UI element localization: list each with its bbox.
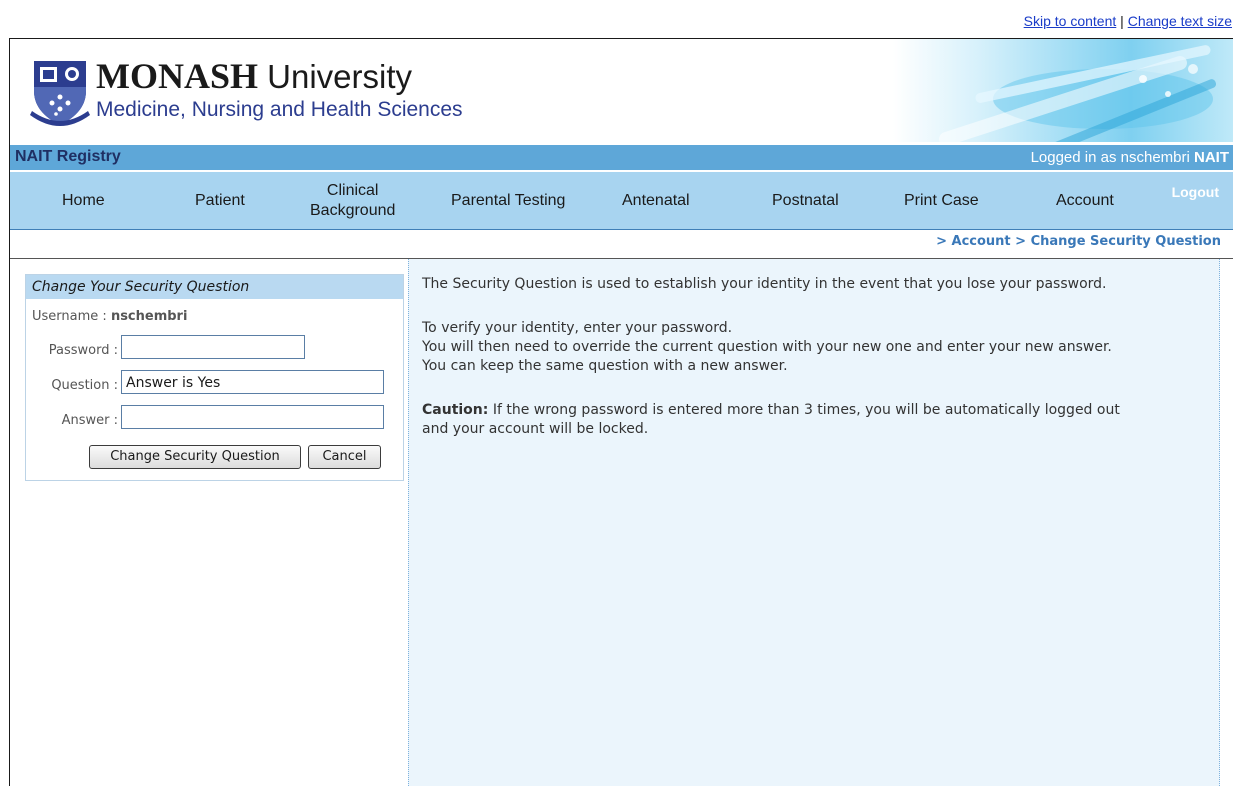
brand-monash: MONASH: [96, 56, 258, 96]
logged-in-user: Logged in as nschembri: [1030, 149, 1194, 166]
test-tubes-banner-image: [893, 39, 1233, 142]
main-content: Change Your Security Question Username :…: [10, 258, 1233, 786]
nav-account[interactable]: Account: [1056, 192, 1114, 210]
nav-postnatal[interactable]: Postnatal: [772, 192, 839, 210]
header-banner: MONASH University Medicine, Nursing and …: [10, 39, 1233, 142]
breadcrumb: > Account > Change Security Question: [936, 234, 1221, 249]
nav-parental-testing[interactable]: Parental Testing: [451, 192, 565, 210]
cancel-button[interactable]: Cancel: [308, 445, 381, 469]
logged-in-org: NAIT: [1194, 149, 1229, 166]
question-label: Question :: [51, 378, 118, 393]
skip-to-content-link[interactable]: Skip to content: [1024, 13, 1117, 29]
top-utility-links: Skip to content | Change text size: [1024, 13, 1232, 29]
brand-text: MONASH University Medicine, Nursing and …: [96, 58, 463, 123]
info-caution: Caution: If the wrong password is entere…: [422, 401, 1120, 420]
nav-clinical-line1: Clinical: [326, 182, 379, 199]
links-separator: |: [1120, 13, 1124, 29]
password-label: Password :: [48, 343, 118, 358]
change-security-question-button[interactable]: Change Security Question: [89, 445, 301, 469]
logout-link[interactable]: Logout: [1172, 184, 1219, 200]
nav-print-case[interactable]: Print Case: [904, 192, 979, 210]
info-keep: You can keep the same question with a ne…: [422, 358, 788, 374]
brand-university: University: [258, 58, 413, 95]
answer-field[interactable]: [121, 405, 384, 429]
main-nav: Home Patient Clinical Background Parenta…: [10, 172, 1233, 230]
info-intro: The Security Question is used to establi…: [422, 276, 1107, 292]
app-title: NAIT Registry: [15, 148, 121, 165]
nav-antenatal[interactable]: Antenatal: [622, 192, 690, 210]
question-field[interactable]: Answer is Yes: [121, 370, 384, 394]
change-text-size-link[interactable]: Change text size: [1128, 13, 1232, 29]
form-heading: Change Your Security Question: [26, 275, 403, 299]
info-override: You will then need to override the curre…: [422, 339, 1112, 355]
nav-clinical-line2: Background: [310, 202, 396, 219]
nav-home[interactable]: Home: [62, 192, 105, 210]
info-verify: To verify your identity, enter your pass…: [422, 320, 733, 336]
security-question-form: Change Your Security Question Username :…: [25, 274, 404, 481]
username-label: Username :: [32, 309, 107, 324]
caution-label: Caution:: [422, 402, 489, 418]
brand-title: MONASH University: [96, 58, 463, 95]
monash-shield-logo: [30, 61, 90, 126]
nav-patient[interactable]: Patient: [195, 192, 245, 210]
password-field[interactable]: [121, 335, 305, 359]
username-row: Username : nschembri: [32, 309, 187, 324]
app-title-bar: NAIT Registry Logged in as nschembri NAI…: [10, 145, 1233, 170]
username-value: nschembri: [110, 309, 188, 324]
brand-faculty: Medicine, Nursing and Health Sciences: [96, 98, 463, 121]
nav-clinical-background[interactable]: Clinical Background: [310, 181, 395, 221]
info-caution-cont: and your account will be locked.: [422, 421, 649, 437]
caution-text: If the wrong password is entered more th…: [488, 402, 1120, 418]
answer-label: Answer :: [61, 413, 118, 428]
logged-in-status: Logged in as nschembri NAIT: [1031, 149, 1229, 166]
info-panel: The Security Question is used to establi…: [408, 259, 1220, 786]
